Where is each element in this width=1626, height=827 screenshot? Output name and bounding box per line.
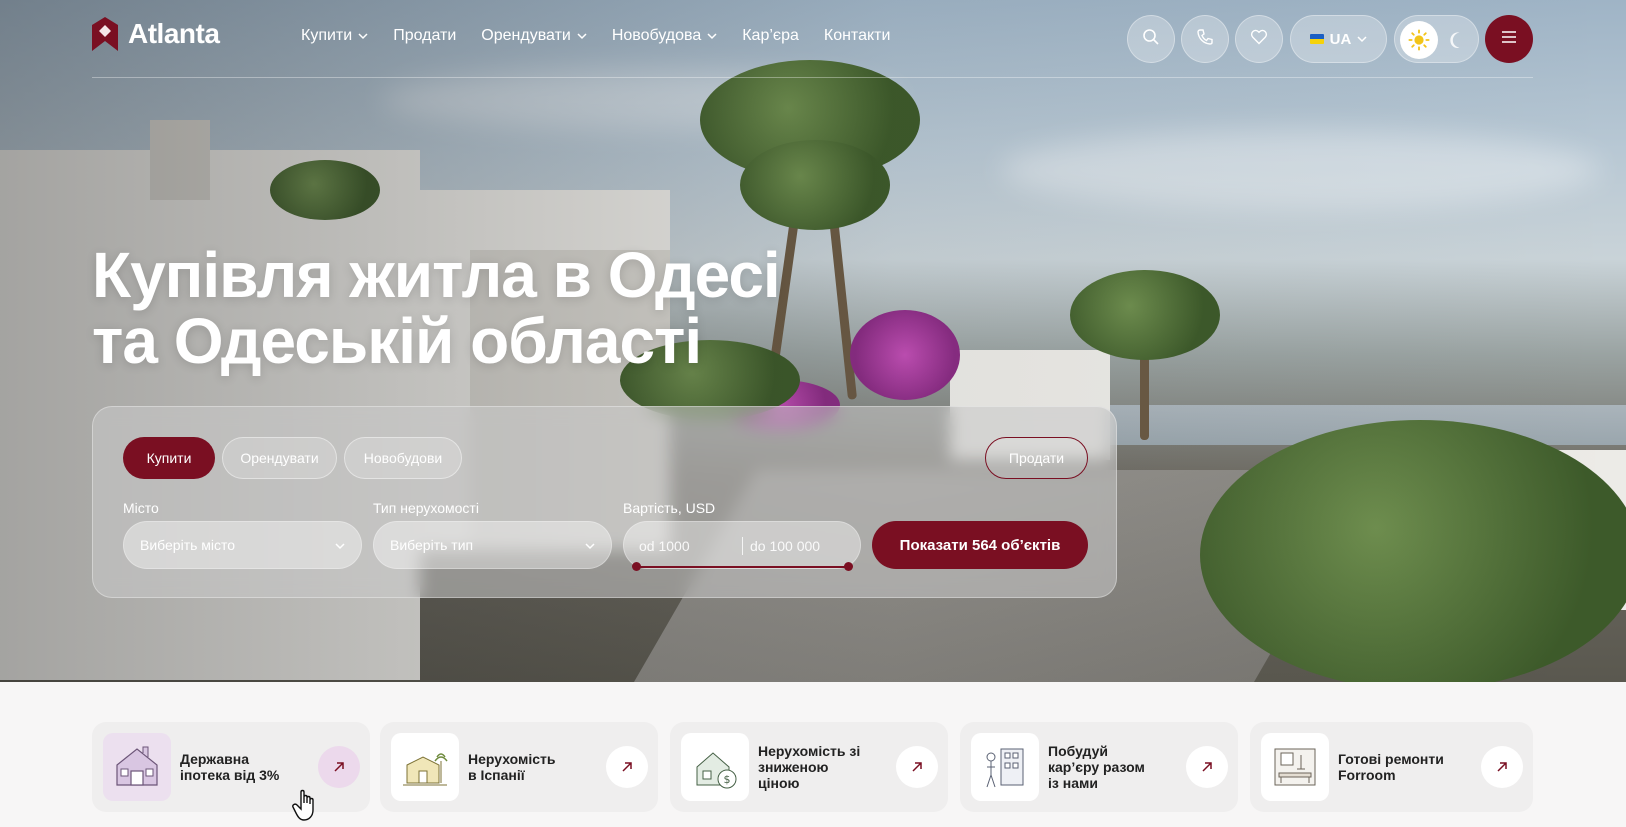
card-title-line: Готові ремонти	[1338, 751, 1444, 767]
card-title-line: зниженою	[758, 759, 829, 775]
logo-text: Atlanta	[128, 18, 220, 49]
card-title-line: із нами	[1048, 775, 1098, 791]
price-slider-min-handle[interactable]	[632, 562, 641, 571]
card-title-line: в Іспанії	[468, 767, 525, 783]
career-icon	[971, 733, 1039, 801]
language-code: UA	[1329, 30, 1352, 48]
nav-item-label: Кар’єра	[742, 27, 799, 44]
card-spain-property[interactable]: Нерухомість в Іспанії	[380, 722, 658, 812]
card-title-line: кар’єру разом	[1048, 759, 1145, 775]
chevron-down-icon	[358, 31, 368, 41]
card-title: Готові ремонти Forroom	[1338, 722, 1478, 812]
card-discounted-property[interactable]: $ Нерухомість зі зниженою ціною	[670, 722, 948, 812]
ukraine-flag-icon	[1309, 34, 1324, 44]
chevron-down-icon	[1357, 34, 1367, 44]
card-title-line: Нерухомість	[468, 751, 556, 767]
logo[interactable]: Atlanta	[92, 17, 220, 51]
search-button[interactable]	[1127, 15, 1175, 63]
heart-icon	[1250, 28, 1268, 51]
card-title: Побудуй кар’єру разом із нами	[1048, 722, 1188, 812]
arrow-up-right-icon[interactable]	[606, 746, 648, 788]
tab-buy[interactable]: Купити	[123, 437, 215, 479]
svg-text:$: $	[724, 773, 731, 786]
chevron-down-icon	[585, 541, 595, 551]
arrow-up-right-icon[interactable]	[318, 746, 360, 788]
city-label: Місто	[123, 500, 159, 516]
card-title-line: ціною	[758, 775, 800, 791]
card-title-line: Forroom	[1338, 767, 1396, 783]
header-divider	[92, 77, 1533, 78]
arrow-up-right-icon[interactable]	[1186, 746, 1228, 788]
card-state-mortgage[interactable]: Державна іпотека від 3%	[92, 722, 370, 812]
nav-item-new-buildings[interactable]: Новобудова	[612, 27, 717, 45]
card-title-line: Державна	[180, 751, 250, 767]
card-career[interactable]: Побудуй кар’єру разом із нами	[960, 722, 1238, 812]
nav-item-rent[interactable]: Орендувати	[481, 27, 587, 45]
interior-icon	[1261, 733, 1329, 801]
nav-item-career[interactable]: Кар’єра	[742, 27, 799, 45]
card-title: Нерухомість зі зниженою ціною	[758, 722, 898, 812]
price-range	[623, 521, 861, 569]
top-navigation-bar: Atlanta Купити Продати Орендувати Новобу…	[0, 0, 1626, 78]
sun-icon[interactable]	[1400, 21, 1438, 59]
price-slider-track[interactable]	[636, 566, 848, 568]
price-from-input[interactable]	[639, 534, 734, 558]
nav-item-sell[interactable]: Продати	[393, 27, 456, 45]
price-label: Вартість, USD	[623, 500, 716, 516]
sell-button[interactable]: Продати	[985, 437, 1088, 479]
tab-rent[interactable]: Орендувати	[222, 437, 337, 479]
hamburger-menu-button[interactable]	[1485, 15, 1533, 63]
phone-button[interactable]	[1181, 15, 1229, 63]
card-title-line: Нерухомість зі	[758, 743, 861, 759]
hand-cursor-icon	[292, 788, 322, 822]
price-slider-max-handle[interactable]	[844, 562, 853, 571]
show-results-button[interactable]: Показати 564 об’єктів	[872, 521, 1088, 569]
search-panel: Купити Орендувати Новобудови Продати Міс…	[92, 406, 1117, 598]
arrow-up-right-icon[interactable]	[1481, 746, 1523, 788]
discount-house-icon: $	[681, 733, 749, 801]
main-nav: Купити Продати Орендувати Новобудова Кар…	[301, 27, 915, 45]
chevron-down-icon	[577, 31, 587, 41]
arrow-up-right-icon[interactable]	[896, 746, 938, 788]
city-placeholder: Виберіть місто	[140, 537, 236, 553]
favorites-button[interactable]	[1235, 15, 1283, 63]
property-type-select[interactable]: Виберіть тип	[373, 521, 612, 569]
nav-item-label: Орендувати	[481, 27, 571, 44]
tab-new-buildings[interactable]: Новобудови	[344, 437, 462, 479]
hero-headline: Купівля житла в Одесі та Одеській област…	[92, 239, 781, 377]
card-title: Нерухомість в Іспанії	[468, 722, 608, 812]
theme-toggle[interactable]	[1394, 15, 1479, 63]
hamburger-icon	[1500, 28, 1518, 51]
card-title-line: іпотека від 3%	[180, 767, 280, 783]
price-to-input[interactable]	[750, 534, 855, 558]
logo-mark-icon	[92, 17, 118, 51]
chevron-down-icon	[707, 31, 717, 41]
moon-icon[interactable]	[1445, 28, 1469, 52]
chevron-down-icon	[335, 541, 345, 551]
card-forroom-renovation[interactable]: Готові ремонти Forroom	[1250, 722, 1533, 812]
hero-headline-line1: Купівля житла в Одесі	[92, 239, 781, 311]
house-icon	[103, 733, 171, 801]
property-type-placeholder: Виберіть тип	[390, 537, 474, 553]
phone-icon	[1196, 28, 1214, 51]
card-title-line: Побудуй	[1048, 743, 1108, 759]
language-switcher[interactable]: UA	[1290, 15, 1387, 63]
search-icon	[1142, 28, 1160, 51]
city-select[interactable]: Виберіть місто	[123, 521, 362, 569]
nav-item-buy[interactable]: Купити	[301, 27, 368, 45]
price-divider	[742, 537, 743, 555]
villa-icon	[391, 733, 459, 801]
nav-item-label: Продати	[393, 27, 457, 44]
nav-item-label: Контакти	[823, 27, 891, 44]
nav-item-contacts[interactable]: Контакти	[824, 27, 891, 45]
nav-item-label: Купити	[301, 27, 353, 44]
property-type-label: Тип нерухомості	[373, 500, 479, 516]
nav-item-label: Новобудова	[611, 27, 702, 44]
hero-headline-line2: та Одеській області	[92, 305, 702, 377]
